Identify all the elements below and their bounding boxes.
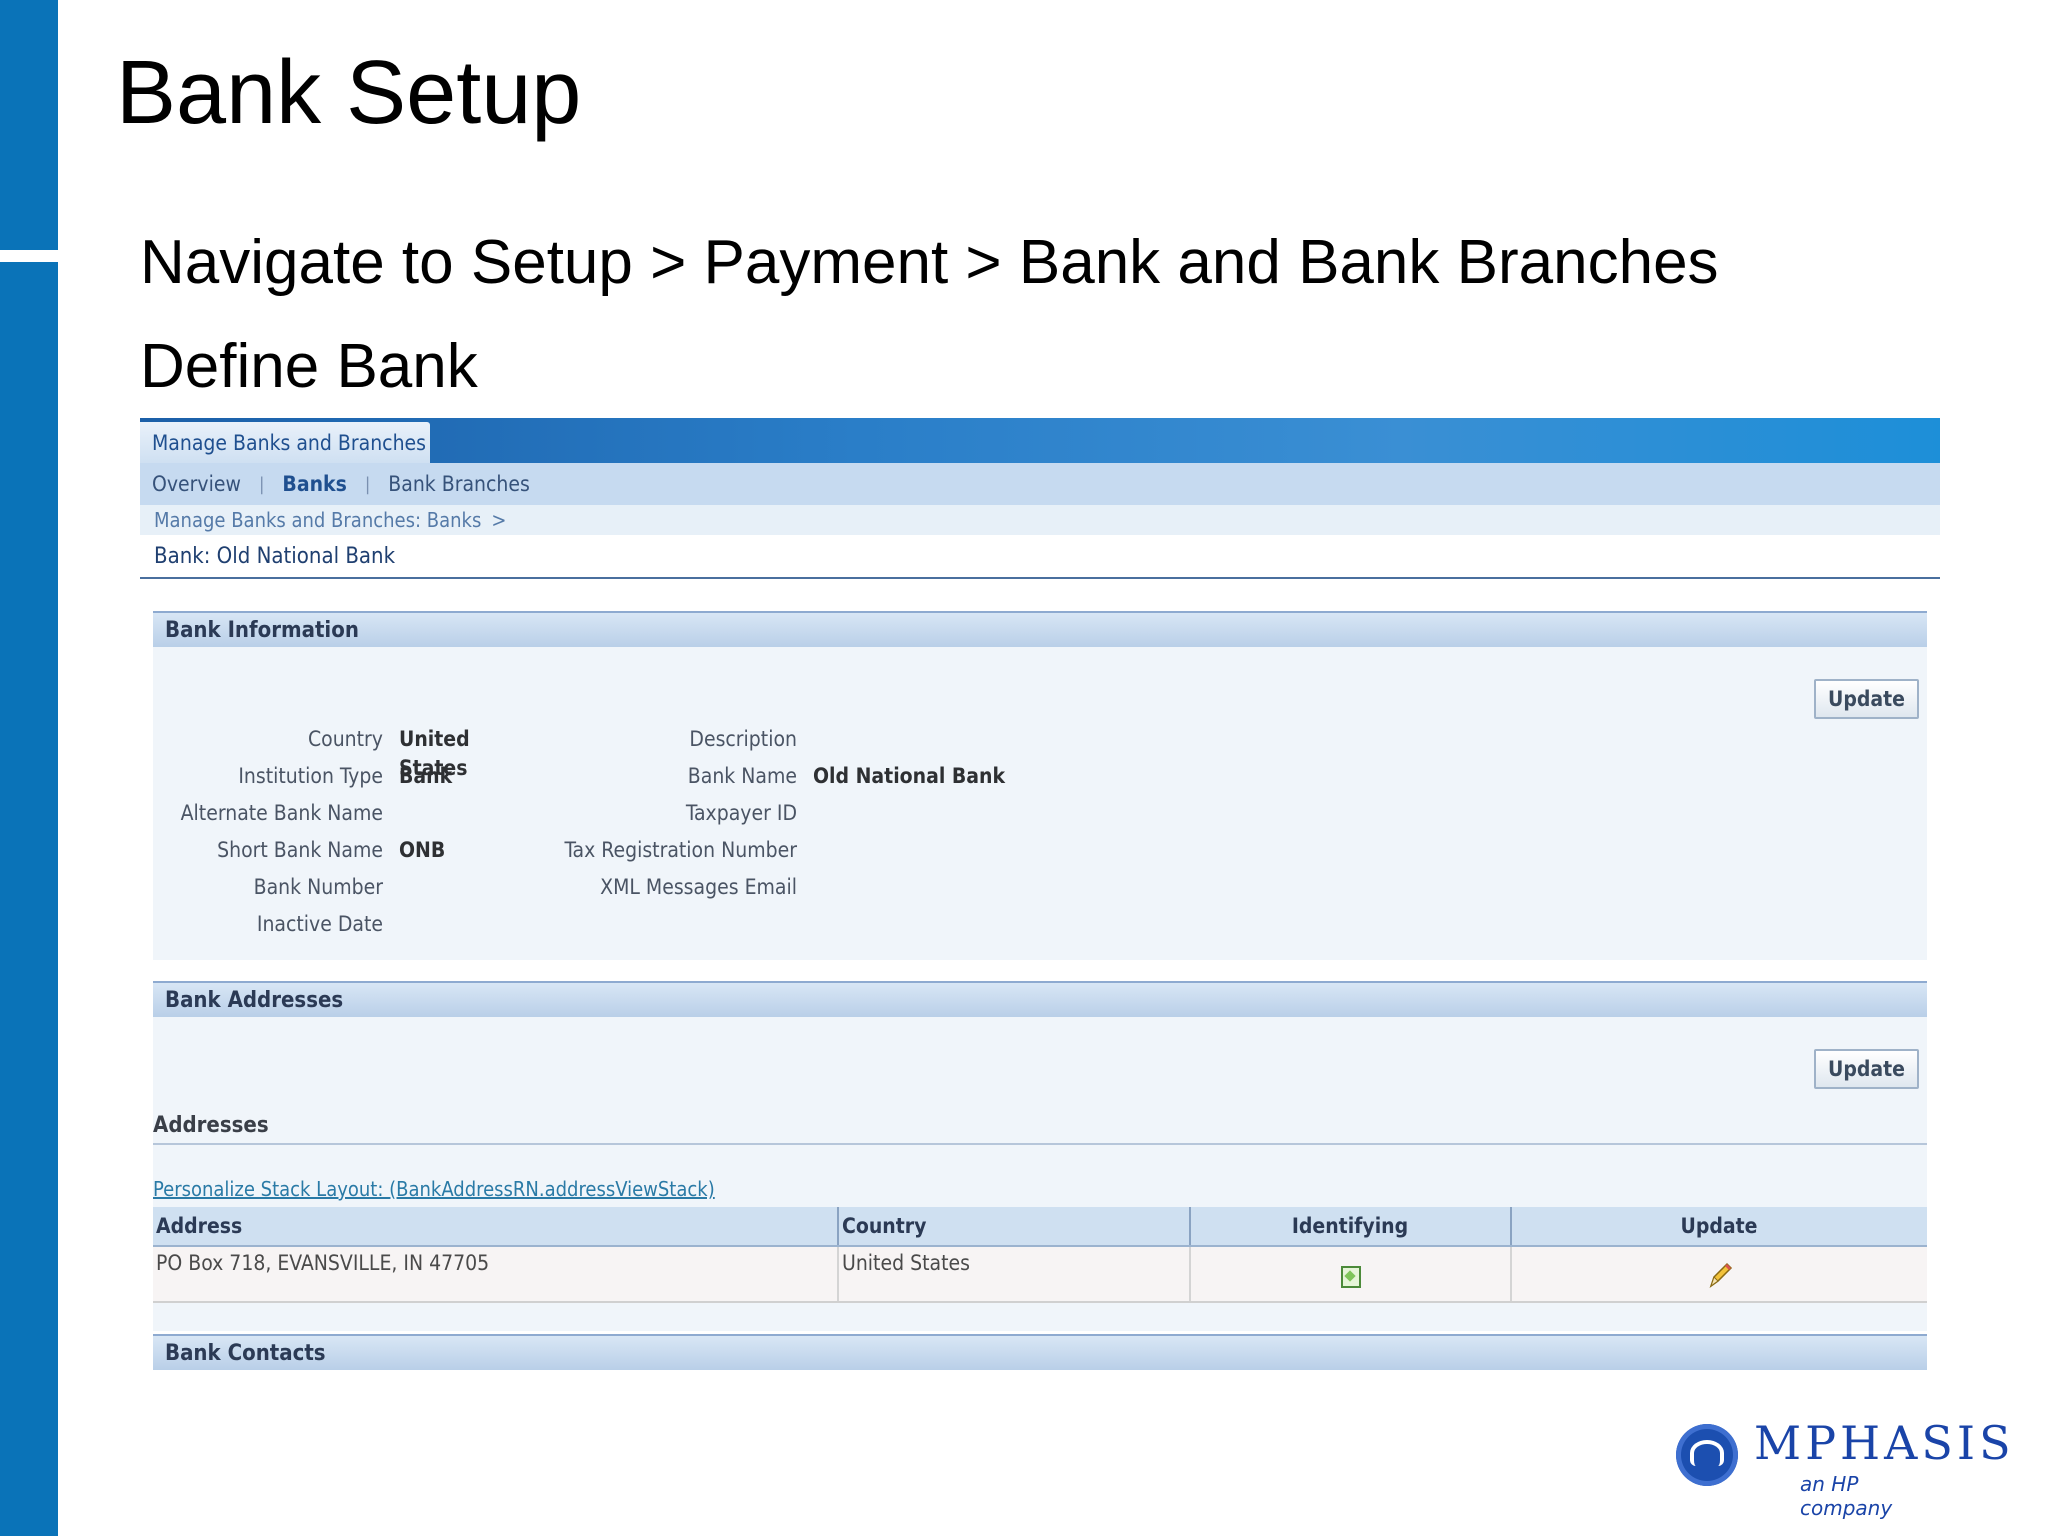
bank-information-section: Bank Information Update Country United St… bbox=[153, 611, 1927, 960]
bank-information-body: Update Country United States Institution T… bbox=[153, 647, 1927, 960]
tab-manage-banks-and-branches[interactable]: Manage Banks and Branches bbox=[140, 422, 430, 463]
field-value: United States bbox=[399, 727, 470, 780]
page-title: Bank: Old National Bank bbox=[140, 535, 1940, 579]
slide-title: Bank Setup bbox=[116, 43, 582, 143]
field-value bbox=[813, 799, 1013, 828]
section-header: Bank Information bbox=[153, 611, 1927, 647]
address-cell: PO Box 718, EVANSVILLE, IN 47705 bbox=[153, 1246, 839, 1303]
column-header-identifying: Identifying bbox=[1190, 1207, 1512, 1247]
pencil-icon[interactable] bbox=[1705, 1260, 1735, 1290]
field-label: Short Bank Name bbox=[217, 838, 383, 862]
slide-subtitle: Define Bank bbox=[140, 332, 478, 401]
identifying-checkbox-icon bbox=[1340, 1265, 1361, 1288]
table-row: PO Box 718, EVANSVILLE, IN 47705 United … bbox=[153, 1246, 1927, 1303]
field-value: Bank bbox=[399, 764, 453, 788]
field-label: Inactive Date bbox=[256, 912, 383, 936]
section-header: Bank Contacts bbox=[153, 1334, 1927, 1370]
breadcrumb-arrow: > bbox=[491, 508, 507, 532]
field-label: Taxpayer ID bbox=[685, 801, 797, 825]
bank-info-update-button[interactable]: Update bbox=[1814, 679, 1919, 719]
bank-addresses-body: Update Addresses Personalize Stack Layou… bbox=[153, 1017, 1927, 1331]
addresses-table: Address Country Identifying Update PO Bo… bbox=[153, 1207, 1927, 1303]
slide-accent-bar-bottom bbox=[0, 262, 58, 1536]
bank-info-right-fields: Description Bank Name Old National Bank Tax… bbox=[553, 725, 1013, 902]
subnav-banks[interactable]: Banks bbox=[282, 472, 346, 496]
bank-info-left-fields: Country United States Institution Type Bank… bbox=[153, 725, 525, 939]
identifying-cell bbox=[1190, 1246, 1512, 1303]
field-value bbox=[399, 910, 525, 939]
field-label: Country bbox=[307, 727, 383, 751]
slide-accent-bar-top bbox=[0, 0, 58, 250]
navigation-instruction: Navigate to Setup > Payment > Bank and B… bbox=[140, 228, 1719, 297]
subnav-overview[interactable]: Overview bbox=[152, 472, 241, 496]
field-value: ONB bbox=[399, 838, 446, 862]
breadcrumb-link[interactable]: Manage Banks and Branches: Banks bbox=[154, 508, 481, 532]
bank-contacts-section: Bank Contacts bbox=[153, 1334, 1927, 1370]
field-label: Institution Type bbox=[238, 764, 383, 788]
subnav-separator: | bbox=[258, 473, 265, 495]
update-cell bbox=[1511, 1246, 1927, 1303]
logo-name: MPHASIS bbox=[1754, 1416, 2015, 1470]
personalize-stack-layout-link[interactable]: Personalize Stack Layout: (BankAddressRN… bbox=[153, 1177, 715, 1201]
mphasis-logo-icon bbox=[1676, 1424, 1738, 1486]
field-value bbox=[399, 799, 525, 828]
oracle-app-screenshot: Manage Banks and Branches Overview | Ban… bbox=[140, 418, 1940, 1413]
addresses-label: Addresses bbox=[153, 1113, 269, 1138]
subnav-separator: | bbox=[364, 473, 371, 495]
breadcrumb: Manage Banks and Branches: Banks > bbox=[140, 505, 1940, 535]
section-header: Bank Addresses bbox=[153, 981, 1927, 1017]
bank-addresses-section: Bank Addresses Update Addresses Personal… bbox=[153, 981, 1927, 1331]
logo-tagline: an HP company bbox=[1800, 1472, 1893, 1520]
field-label: Description bbox=[689, 727, 797, 751]
app-header: Manage Banks and Branches bbox=[140, 418, 1940, 463]
column-header-address[interactable]: Address bbox=[153, 1207, 839, 1247]
sub-navigation: Overview | Banks | Bank Branches bbox=[140, 463, 1940, 505]
field-value bbox=[813, 836, 1013, 865]
mphasis-logo: MPHASIS an HP company bbox=[1676, 1420, 2011, 1520]
field-label: Bank Number bbox=[253, 875, 383, 899]
field-label: Bank Name bbox=[687, 764, 797, 788]
column-header-update: Update bbox=[1511, 1207, 1927, 1247]
column-header-country[interactable]: Country bbox=[838, 1207, 1191, 1247]
field-value: Old National Bank bbox=[813, 764, 1006, 788]
field-value bbox=[813, 873, 1013, 902]
country-cell: United States bbox=[838, 1246, 1191, 1303]
field-label: Tax Registration Number bbox=[564, 838, 797, 862]
bank-addresses-update-button[interactable]: Update bbox=[1814, 1049, 1919, 1089]
subnav-bank-branches[interactable]: Bank Branches bbox=[388, 472, 530, 496]
field-label: XML Messages Email bbox=[600, 875, 797, 899]
addresses-divider bbox=[153, 1143, 1927, 1145]
field-value bbox=[399, 873, 525, 902]
field-label: Alternate Bank Name bbox=[180, 801, 383, 825]
field-value bbox=[813, 725, 1013, 754]
